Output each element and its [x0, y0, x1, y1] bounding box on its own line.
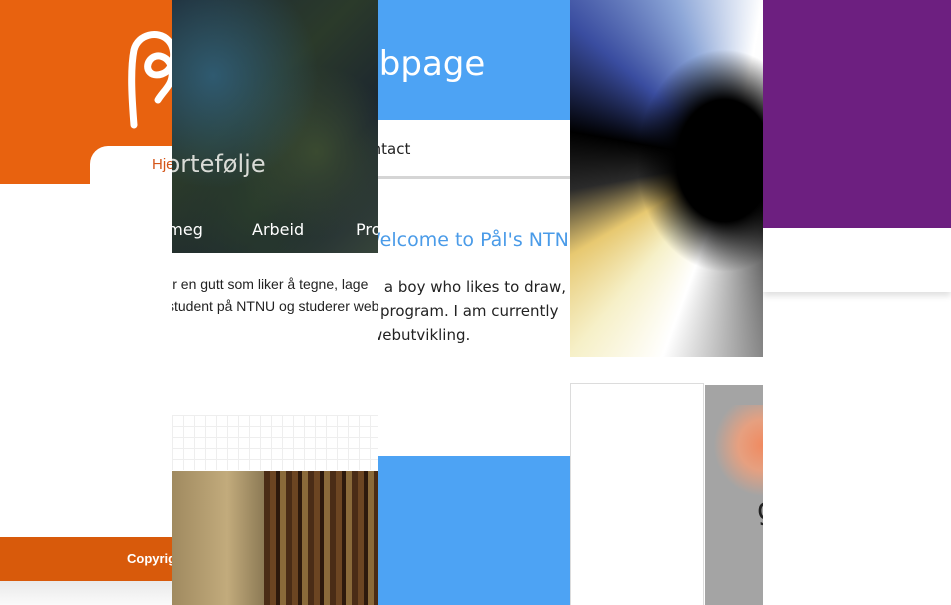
intro-line-1: Jeg er en gutt som liker å tegne, lage [172, 276, 369, 292]
white-card [570, 383, 704, 605]
purple-header [763, 0, 951, 228]
nav-link-home[interactable]: Hjem [152, 156, 172, 173]
purple-theme-preview[interactable] [763, 0, 951, 605]
orange-theme-preview[interactable]: Hjem Copyright [0, 0, 172, 605]
paragraph-line-3: webutvikling. [378, 326, 471, 344]
hero-image [172, 0, 378, 253]
nav-link-work[interactable]: Arbeid [252, 220, 304, 239]
nav-link-contact[interactable]: Contact [378, 140, 410, 158]
blue-theme-preview[interactable]: My Webpage Contact Welcome to Pål's NTNU… [378, 0, 570, 605]
purple-card-panel [763, 228, 951, 292]
nav-link-projects[interactable]: Prosjekter [356, 220, 378, 239]
paragraph-line-1: I'm a boy who likes to draw, [378, 278, 566, 296]
dark-theme-preview[interactable]: Portefølje Om meg Arbeid Prosjekter Jeg … [172, 0, 378, 605]
logo-icon [128, 31, 172, 129]
site-brand: Portefølje [172, 150, 266, 178]
welcome-heading: Welcome to Pål's NTNU [378, 229, 570, 251]
page-title: My Webpage [378, 44, 486, 84]
blue-footer [378, 456, 570, 605]
burst-artwork-image [570, 0, 763, 357]
artwork-theme-preview[interactable]: g [570, 0, 763, 605]
page-bottom-shadow [0, 581, 172, 605]
intro-line-2: student på NTNU og studerer webutvikling… [172, 298, 378, 314]
paragraph-line-2: a program. I am currently [378, 302, 559, 320]
grid-background [172, 415, 378, 470]
gallery-image-2[interactable] [264, 471, 378, 605]
footer-copyright: Copyright [127, 551, 172, 566]
gallery-image-1[interactable] [172, 471, 264, 605]
nav-tab-background [90, 146, 172, 206]
nav-link-about[interactable]: Om meg [172, 220, 203, 239]
brush-stroke-image [705, 405, 763, 505]
